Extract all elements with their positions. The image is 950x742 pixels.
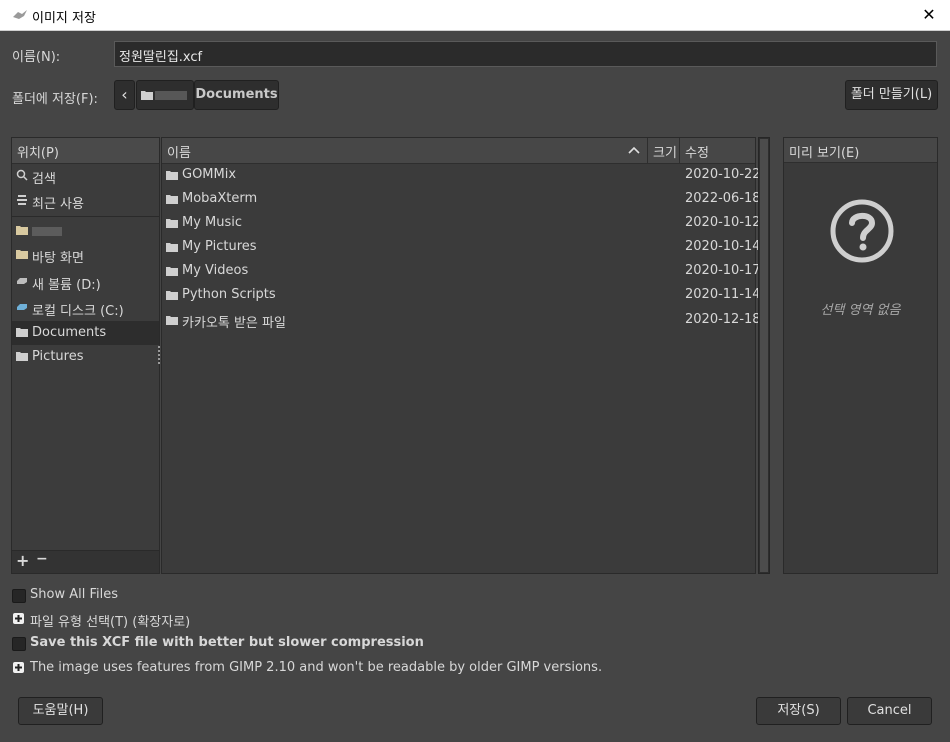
folder-icon: [16, 226, 28, 235]
folder-icon: [166, 316, 178, 325]
column-name[interactable]: 이름: [162, 138, 648, 163]
question-icon: [830, 199, 894, 263]
save-button[interactable]: 저장(S): [756, 697, 841, 725]
name-label: 이름(N):: [12, 50, 61, 65]
help-button[interactable]: 도움말(H): [18, 697, 103, 725]
file-list-scrollbar[interactable]: [758, 137, 770, 574]
folder-icon: [16, 328, 28, 337]
folder-icon: [16, 250, 28, 259]
drive-icon: [17, 304, 27, 310]
column-size[interactable]: 크기: [648, 138, 680, 163]
place-drive-c[interactable]: 로컬 디스크 (C:): [12, 296, 159, 320]
file-row[interactable]: MobaXterm 2022-06-18: [162, 187, 761, 211]
file-row[interactable]: GOMMix 2020-10-22: [162, 163, 761, 187]
obscured-username: [155, 91, 187, 100]
preview-pane: 미리 보기(E) 선택 영역 없음: [783, 137, 938, 574]
folder-icon: [166, 291, 178, 300]
add-bookmark-button[interactable]: +: [16, 551, 29, 570]
close-icon[interactable]: ✕: [916, 3, 942, 27]
window-title: 이미지 저장: [32, 11, 96, 26]
path-back-button[interactable]: ‹: [114, 80, 135, 110]
place-pictures[interactable]: Pictures: [12, 345, 159, 369]
places-header: 위치(P): [12, 138, 159, 164]
column-modified[interactable]: 수정: [680, 138, 755, 163]
place-search[interactable]: 검색: [12, 164, 159, 188]
create-folder-button[interactable]: 폴더 만들기(L): [845, 80, 938, 110]
scrollbar-thumb[interactable]: [760, 139, 768, 572]
gimp-icon: [13, 10, 27, 19]
place-home[interactable]: [12, 219, 159, 243]
file-row[interactable]: 카카오톡 받은 파일 2020-12-18: [162, 308, 761, 332]
recent-icon: [17, 195, 27, 205]
folder-icon: [16, 352, 28, 361]
preview-empty-text: 선택 영역 없음: [820, 303, 901, 318]
save-in-folder-label: 폴더에 저장(F):: [12, 92, 98, 107]
show-all-files-checkbox[interactable]: [12, 589, 26, 603]
places-footer: + −: [12, 550, 159, 573]
folder-icon: [166, 267, 178, 276]
places-sidebar: 위치(P) 검색 최근 사용 바탕 화면 새 볼륨 (D:) 로컬 디스크 (C…: [11, 137, 160, 574]
folder-icon: [166, 171, 178, 180]
place-documents[interactable]: Documents: [12, 321, 159, 345]
file-list: 이름 크기 수정 GOMMix 2020-10-22 MobaXterm 202…: [161, 137, 761, 574]
file-row[interactable]: My Music 2020-10-12: [162, 211, 761, 235]
folder-icon: [166, 243, 178, 252]
places-separator: [12, 216, 159, 217]
search-icon: [16, 169, 28, 181]
place-desktop[interactable]: 바탕 화면: [12, 243, 159, 267]
preview-header: 미리 보기(E): [784, 138, 937, 163]
obscured-username: [32, 227, 62, 236]
compression-checkbox[interactable]: [12, 637, 26, 651]
expand-icon[interactable]: [13, 662, 24, 673]
file-row[interactable]: Python Scripts 2020-11-14: [162, 283, 761, 307]
path-crumb-home[interactable]: [136, 80, 194, 110]
filename-input[interactable]: 정원딸린집.xcf: [114, 41, 937, 67]
file-row[interactable]: My Videos 2020-10-17: [162, 259, 761, 283]
file-row[interactable]: My Pictures 2020-10-14: [162, 235, 761, 259]
sort-ascending-icon: [628, 146, 640, 154]
place-recent[interactable]: 최근 사용: [12, 189, 159, 213]
folder-icon: [166, 219, 178, 228]
place-drive-d[interactable]: 새 볼륨 (D:): [12, 270, 159, 294]
file-list-header: 이름 크기 수정: [162, 138, 755, 164]
title-bar: 이미지 저장 ✕: [0, 0, 950, 31]
drive-icon: [17, 278, 27, 284]
remove-bookmark-button[interactable]: −: [36, 551, 48, 567]
expand-icon[interactable]: [13, 613, 24, 624]
cancel-button[interactable]: Cancel: [847, 697, 932, 725]
folder-icon: [166, 195, 178, 204]
folder-icon: [141, 91, 153, 100]
path-crumb-documents[interactable]: Documents: [194, 80, 279, 110]
